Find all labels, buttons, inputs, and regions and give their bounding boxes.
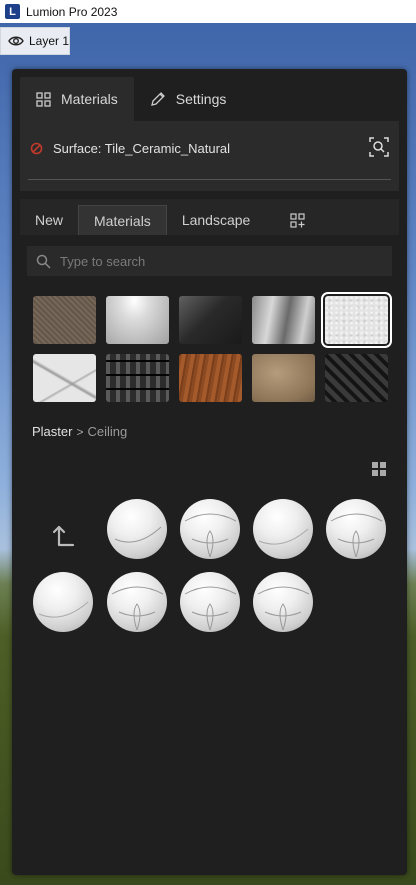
swatch-brushed-metal[interactable] (252, 296, 315, 344)
layer-label: Layer 1 (28, 34, 70, 48)
subtab-materials[interactable]: Materials (78, 205, 167, 235)
zoom-select-icon[interactable] (368, 136, 390, 158)
swatch-dark-glass[interactable] (179, 296, 242, 344)
panel-tabs: Materials Settings (20, 77, 242, 121)
material-sphere-8[interactable] (253, 572, 313, 632)
material-sphere-4[interactable] (326, 499, 386, 559)
layer-visibility-button[interactable]: Layer 1 (0, 27, 70, 55)
swatch-wood[interactable] (179, 354, 242, 402)
material-sphere-2[interactable] (180, 499, 240, 559)
breadcrumb: Plaster > Ceiling (32, 424, 127, 439)
material-sphere-5[interactable] (33, 572, 93, 632)
pencil-icon (150, 92, 165, 106)
chevron-right-icon: > (76, 424, 84, 439)
tab-materials-label: Materials (61, 91, 118, 107)
surface-label: Surface: Tile_Ceramic_Natural (53, 140, 231, 156)
material-swatch-grid (33, 292, 392, 402)
app-title: Lumion Pro 2023 (26, 4, 118, 19)
material-sphere-1[interactable] (107, 499, 167, 559)
grid-icon (36, 91, 51, 107)
tab-settings[interactable]: Settings (134, 77, 243, 121)
search-icon (36, 254, 51, 269)
arrow-up-left-icon[interactable] (45, 515, 85, 555)
breadcrumb-ceiling: Ceiling (87, 424, 128, 439)
tab-settings-label: Settings (175, 91, 227, 107)
subtab-add[interactable] (265, 205, 319, 235)
material-sphere-6[interactable] (107, 572, 167, 632)
surface-section: Surface: Tile_Ceramic_Natural (20, 121, 399, 191)
title-bar: L Lumion Pro 2023 (0, 0, 416, 23)
forbidden-icon (30, 142, 43, 154)
swatch-roof-tiles[interactable] (106, 354, 169, 402)
swatch-stone[interactable] (252, 354, 315, 402)
lumion-logo-icon: L (5, 4, 20, 19)
breadcrumb-plaster[interactable]: Plaster (32, 424, 72, 439)
swatch-herringbone[interactable] (325, 354, 388, 402)
swatch-plaster[interactable] (321, 292, 392, 348)
subtab-new[interactable]: New (20, 205, 78, 235)
surface-row: Surface: Tile_Ceramic_Natural (30, 136, 390, 158)
materials-panel: Materials Settings Surface: Tile_Ceramic… (12, 69, 407, 875)
material-subtabs: New Materials Landscape (20, 199, 399, 235)
grid-view-icon[interactable] (372, 462, 386, 476)
search-input[interactable] (60, 253, 360, 269)
swatch-glossy-white[interactable] (106, 296, 169, 344)
tab-materials[interactable]: Materials (20, 77, 134, 121)
material-sphere-7[interactable] (180, 572, 240, 632)
add-grid-icon (290, 212, 305, 228)
search-box[interactable] (27, 246, 392, 276)
material-sphere-3[interactable] (253, 499, 313, 559)
divider (28, 179, 391, 180)
subtab-landscape[interactable]: Landscape (167, 205, 266, 235)
swatch-fabric[interactable] (33, 296, 96, 344)
eye-icon (8, 36, 24, 46)
swatch-marble[interactable] (33, 354, 96, 402)
